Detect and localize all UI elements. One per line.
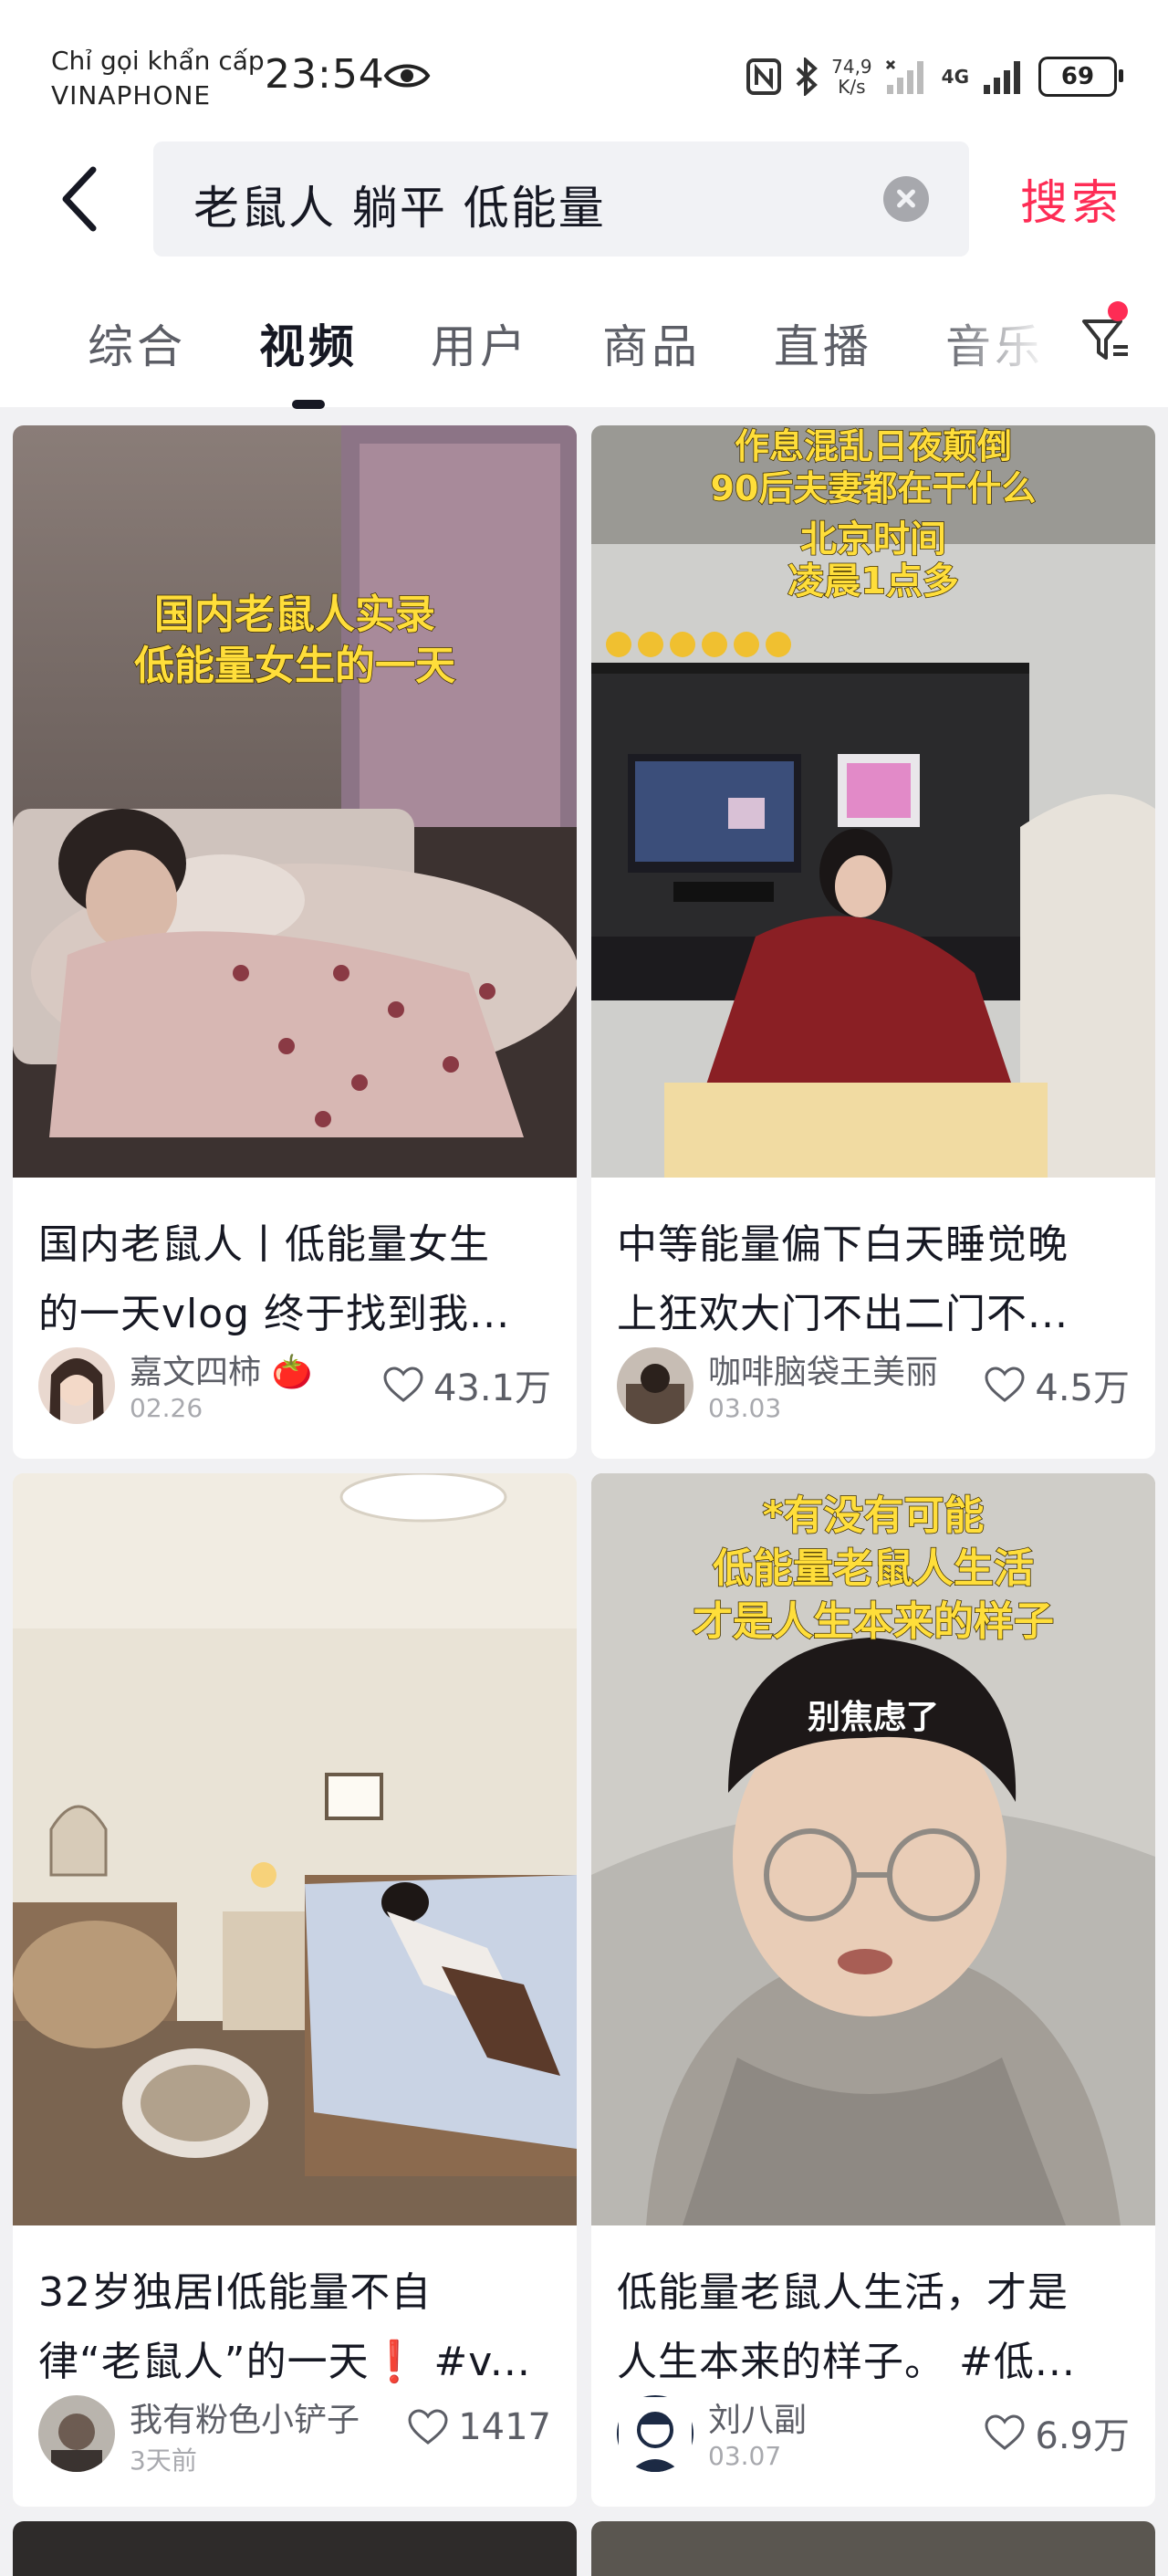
post-date: 3天前 — [130, 2445, 197, 2476]
title-line: 中等能量偏下白天睡觉晚 — [617, 1221, 1069, 1268]
result-tabs: 综合 视频 用户 商品 直播 音乐 — [0, 301, 1168, 409]
video-title[interactable]: 国内老鼠人丨低能量女生 的一天vlog 终于找到我... — [38, 1210, 558, 1349]
avatar[interactable] — [38, 2395, 115, 2472]
heart-icon — [408, 2409, 448, 2445]
tab-live[interactable]: 直播 — [774, 310, 872, 376]
video-card[interactable]: 作息混乱日夜颠倒 90后夫妻都在干什么 北京时间 凌晨1点多 中等能量偏下白天睡… — [591, 425, 1155, 1459]
thumbnail-image — [13, 1473, 577, 2225]
video-title[interactable]: 32岁独居l低能量不自 律“老鼠人”的一天❗ #v... — [38, 2258, 558, 2397]
video-overlay-text: 国内老鼠人实录 低能量女生的一天 — [13, 590, 577, 692]
battery-level: 69 — [1060, 63, 1095, 90]
video-card[interactable]: 国内老鼠人实录 低能量女生的一天 国内老鼠人丨低能量女生 的一天vlog 终于找… — [13, 425, 577, 1459]
title-line: 低能量老鼠人生活，才是 — [617, 2269, 1069, 2316]
overlay-line: 凌晨1点多 — [787, 560, 959, 603]
heart-icon — [985, 1367, 1025, 1402]
author-name[interactable]: 我有粉色小铲子 — [130, 2393, 360, 2441]
tab-video[interactable]: 视频 — [259, 310, 358, 376]
video-overlay-text: 北京时间 凌晨1点多 — [591, 518, 1155, 603]
overlay-line: 国内老鼠人实录 — [153, 591, 436, 639]
carrier-label: Chỉ gọi khẩn cấp — [51, 46, 265, 76]
tab-fade — [940, 301, 1049, 393]
eye-icon — [383, 64, 431, 88]
title-line: 国内老鼠人丨低能量女生 — [38, 1221, 490, 1268]
heart-icon — [383, 1367, 423, 1402]
author-name[interactable]: 嘉文四柿 🍅 — [130, 1346, 312, 1393]
like-count: 43.1万 — [382, 1358, 551, 1411]
tab-all[interactable]: 综合 — [88, 310, 186, 376]
video-card-partial[interactable] — [591, 2521, 1155, 2576]
video-card[interactable]: 32岁独居l低能量不自 律“老鼠人”的一天❗ #v... 我有粉色小铲子 3天前… — [13, 1473, 577, 2507]
post-date: 02.26 — [130, 1393, 203, 1423]
back-arrow-icon[interactable] — [55, 162, 110, 236]
post-date: 03.03 — [708, 1393, 782, 1423]
overlay-line: 才是人生本来的样子 — [692, 1597, 1055, 1646]
avatar[interactable] — [617, 2395, 694, 2472]
video-card[interactable]: *有没有可能 低能量老鼠人生活 才是人生本来的样子 别焦虑了 低能量老鼠人生活，… — [591, 1473, 1155, 2507]
overlay-line: 作息混乱日夜颠倒 — [734, 425, 1013, 467]
active-tab-indicator — [292, 400, 325, 409]
author-name[interactable]: 咖啡脑袋王美丽 — [708, 1346, 938, 1393]
search-button[interactable]: 搜索 — [1020, 164, 1122, 233]
video-thumbnail[interactable]: 作息混乱日夜颠倒 90后夫妻都在干什么 北京时间 凌晨1点多 — [591, 425, 1155, 1178]
video-title[interactable]: 中等能量偏下白天睡觉晚 上狂欢大门不出二门不... — [617, 1210, 1137, 1349]
post-date: 03.07 — [708, 2441, 782, 2471]
author-name[interactable]: 刘八副 — [708, 2393, 807, 2441]
signal-icon — [885, 59, 923, 94]
clock: 23:54 — [265, 51, 385, 98]
video-thumbnail[interactable]: *有没有可能 低能量老鼠人生活 才是人生本来的样子 别焦虑了 — [591, 1473, 1155, 2225]
overlay-line: 低能量女生的一天 — [133, 642, 456, 690]
nfc-icon — [746, 58, 782, 95]
title-line: 32岁独居l低能量不自 — [38, 2269, 433, 2316]
likes-value: 43.1万 — [433, 1367, 551, 1409]
title-line: 律“老鼠人”的一天❗ #v... — [38, 2339, 531, 2385]
title-line: 的一天vlog 终于找到我... — [38, 1291, 511, 1337]
like-count: 6.9万 — [984, 2406, 1130, 2459]
video-card-partial[interactable] — [13, 2521, 577, 2576]
video-subtitle: 别焦虑了 — [807, 1699, 939, 1737]
avatar[interactable] — [38, 1347, 115, 1424]
video-title[interactable]: 低能量老鼠人生活，才是 人生本来的样子。 #低... — [617, 2258, 1137, 2397]
signal-icon — [984, 61, 1020, 94]
overlay-line: 北京时间 — [799, 518, 947, 561]
network-type: 4G — [941, 66, 969, 88]
status-bar: Chỉ gọi khẩn cấp VINAPHONE 23:54 74,9 K/… — [0, 0, 1168, 137]
title-line: 上狂欢大门不出二门不... — [617, 1291, 1069, 1337]
heart-icon — [985, 2414, 1025, 2450]
network-speed: 74,9 K/s — [831, 57, 872, 97]
system-icons: 74,9 K/s 4G 69 — [746, 51, 1123, 102]
likes-value: 1417 — [458, 2406, 551, 2448]
overlay-line: 低能量老鼠人生活 — [712, 1545, 1035, 1593]
overlay-line: *有没有可能 — [762, 1492, 986, 1540]
video-overlay-text: 作息混乱日夜颠倒 90后夫妻都在干什么 — [591, 425, 1155, 509]
video-overlay-text: *有没有可能 低能量老鼠人生活 才是人生本来的样子 — [591, 1490, 1155, 1649]
clear-icon[interactable] — [883, 176, 929, 222]
like-count: 1417 — [407, 2406, 551, 2448]
video-thumbnail[interactable]: 国内老鼠人实录 低能量女生的一天 — [13, 425, 577, 1178]
title-line: 人生本来的样子。 #低... — [617, 2339, 1076, 2385]
tab-users[interactable]: 用户 — [431, 310, 529, 376]
carrier-name: VINAPHONE — [51, 80, 212, 110]
tab-products[interactable]: 商品 — [602, 310, 701, 376]
bluetooth-icon — [796, 58, 819, 96]
search-input[interactable]: 老鼠人 躺平 低能量 — [153, 141, 969, 257]
likes-value: 6.9万 — [1035, 2415, 1130, 2457]
search-query[interactable]: 老鼠人 躺平 低能量 — [193, 172, 606, 237]
speed-value: 74,9 — [831, 56, 872, 78]
speed-unit: K/s — [838, 76, 866, 98]
overlay-line: 90后夫妻都在干什么 — [710, 467, 1037, 509]
avatar[interactable] — [617, 1347, 694, 1424]
like-count: 4.5万 — [984, 1358, 1130, 1411]
likes-value: 4.5万 — [1035, 1367, 1130, 1409]
video-thumbnail[interactable] — [13, 1473, 577, 2225]
thumbnail-image — [13, 425, 577, 1178]
battery-icon: 69 — [1038, 57, 1123, 97]
filter-badge — [1108, 301, 1128, 321]
